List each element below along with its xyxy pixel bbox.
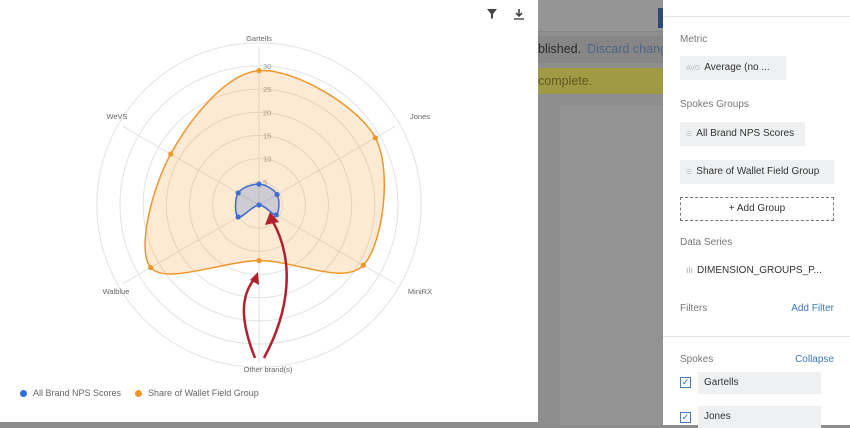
legend: All Brand NPS Scores Share of Wallet Fie… <box>20 388 259 398</box>
drag-handle-icon[interactable]: ☰ <box>686 169 692 176</box>
data-series-value: DIMENSION_GROUPS_P... <box>697 265 822 276</box>
publish-banner: blished. Discard changes <box>538 36 663 63</box>
legend-dot <box>135 389 143 397</box>
axis-label: Gartells <box>246 34 272 43</box>
bar-chart-icon: ılı <box>686 265 694 275</box>
axis-label: Walblue <box>103 287 130 296</box>
spokes-label: Spokes <box>680 354 714 365</box>
data-point <box>168 151 174 157</box>
data-series-chip[interactable]: ılı DIMENSION_GROUPS_P... <box>680 258 834 282</box>
metric-chip[interactable]: AVG Average (no ... <box>680 56 786 80</box>
drag-handle-icon[interactable]: ☰ <box>686 131 692 138</box>
metric-label: Metric <box>680 34 708 45</box>
radial-tick-label: 30 <box>263 62 271 71</box>
data-point <box>235 190 241 196</box>
spokes-groups-label: Spokes Groups <box>680 99 749 110</box>
discard-changes-link[interactable]: Discard changes <box>587 42 663 56</box>
legend-label: All Brand NPS Scores <box>33 388 122 398</box>
data-point <box>273 212 279 218</box>
background-editor: blished. Discard changes complete. <box>538 0 663 425</box>
divider <box>663 16 850 17</box>
data-point <box>274 191 280 198</box>
legend-item[interactable]: Share of Wallet Field Group <box>135 388 259 398</box>
divider <box>663 336 850 337</box>
publish-text: blished. <box>538 42 582 56</box>
add-group-button[interactable]: + Add Group <box>680 197 834 221</box>
group-label: Share of Wallet Field Group <box>696 166 820 177</box>
axis-label: Other brand(s) <box>244 365 293 374</box>
data-point <box>360 262 366 268</box>
series-area <box>144 69 386 275</box>
metric-value: Average (no ... <box>704 62 770 73</box>
background-column <box>560 105 663 425</box>
data-point <box>372 135 378 141</box>
legend-item[interactable]: All Brand NPS Scores <box>20 388 121 398</box>
collapse-link[interactable]: Collapse <box>795 354 834 365</box>
annotation-arrow <box>242 276 257 359</box>
group-label: All Brand NPS Scores <box>696 128 795 139</box>
data-point <box>148 264 154 271</box>
legend-label: Share of Wallet Field Group <box>148 388 259 398</box>
spoke-item[interactable]: Gartells <box>698 372 821 394</box>
legend-dot <box>20 389 27 397</box>
data-series-label: Data Series <box>680 237 733 248</box>
filters-label: Filters <box>680 303 708 314</box>
chart-panel: 5 10 15 20 25 30 Gartells Jones MiniRX Other bran… <box>0 0 538 422</box>
spoke-checkbox[interactable]: ✓ <box>680 412 691 423</box>
avg-icon: AVG <box>686 65 701 72</box>
add-filter-link[interactable]: Add Filter <box>791 303 834 314</box>
radar-chart: 51015202530GartellsJonesMiniRXOther bran… <box>96 34 432 374</box>
axis-label: Jones <box>410 112 430 121</box>
warning-banner: complete. <box>538 68 663 94</box>
axis-label: MiniRX <box>408 287 432 296</box>
data-point <box>256 68 262 74</box>
settings-sidebar: Metric AVG Average (no ... Spokes Groups … <box>663 0 850 428</box>
data-point <box>256 258 262 264</box>
axis-label: WeVS <box>106 112 127 121</box>
group-chip[interactable]: ☰ Share of Wallet Field Group <box>680 160 834 184</box>
top-bar <box>538 0 663 32</box>
group-chip[interactable]: ☰ All Brand NPS Scores <box>680 122 805 146</box>
data-point <box>256 181 262 187</box>
data-point <box>235 214 241 220</box>
spoke-checkbox[interactable]: ✓ <box>680 377 691 388</box>
data-point <box>256 202 262 208</box>
